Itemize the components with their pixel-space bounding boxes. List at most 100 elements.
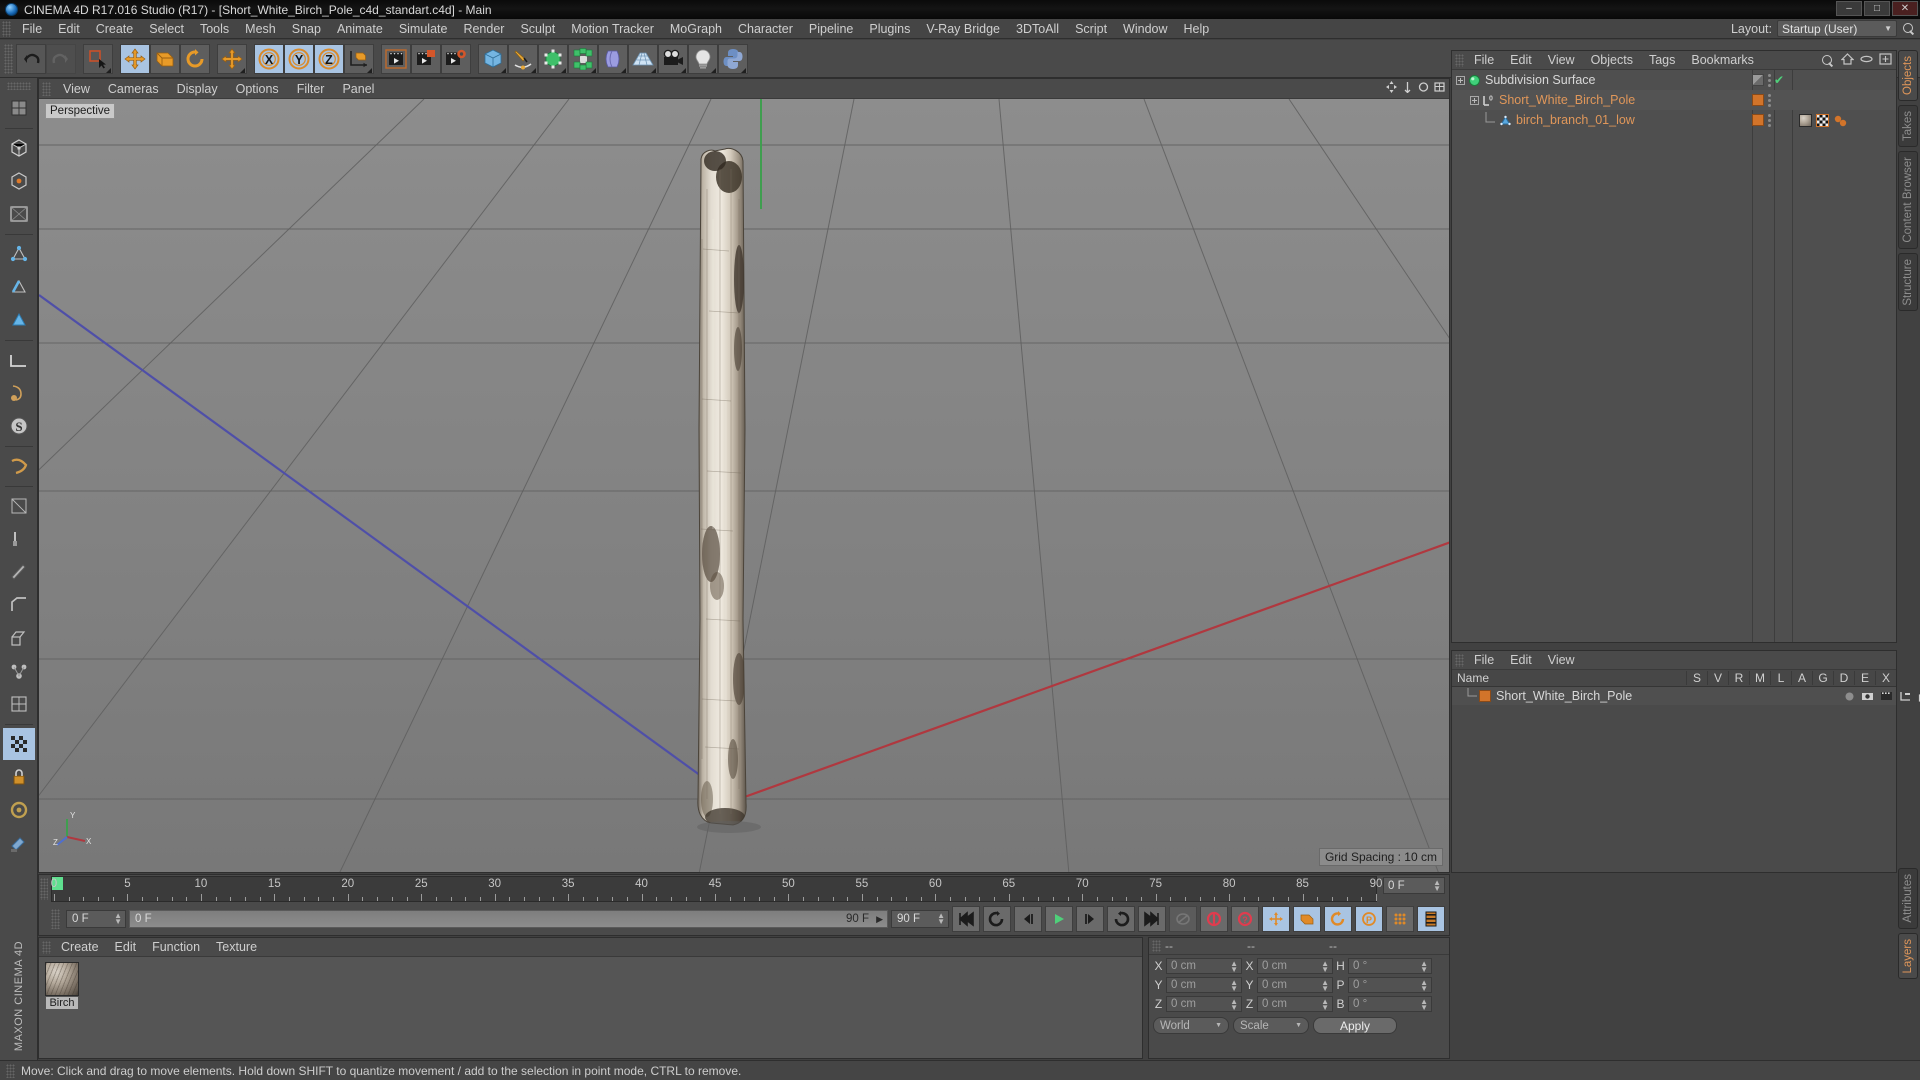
status-grip-handle[interactable] (6, 1063, 15, 1078)
material-preview-sphere[interactable] (45, 962, 79, 996)
tree-expander[interactable] (1456, 75, 1465, 85)
extrude-icon[interactable] (2, 622, 35, 654)
object-row[interactable]: Subdivision Surface ✔ (1452, 70, 1896, 90)
material-menu-item-function[interactable]: Function (144, 938, 208, 957)
bevel-icon[interactable] (2, 589, 35, 621)
coordinate-input-y-1[interactable]: 0 cm ▲ ▼ (1166, 977, 1242, 993)
layer-name[interactable]: Short_White_Birch_Pole (1496, 689, 1632, 703)
menu-item-motion-tracker[interactable]: Motion Tracker (563, 19, 662, 39)
viewport-scale-icon[interactable] (1402, 81, 1413, 94)
render-region-icon[interactable] (411, 43, 441, 74)
menu-item-3dtoall[interactable]: 3DToAll (1008, 19, 1067, 39)
menu-grip-handle[interactable] (2, 20, 11, 37)
deformer-icon[interactable] (598, 43, 628, 74)
array-icon[interactable] (568, 43, 598, 74)
new-layer-icon[interactable] (1879, 53, 1892, 68)
menu-item-tools[interactable]: Tools (192, 19, 237, 39)
texture-mode-icon[interactable] (2, 198, 35, 230)
measure-icon[interactable] (2, 450, 35, 482)
object-dots-icon[interactable] (1767, 93, 1771, 107)
viewport-menu-item-cameras[interactable]: Cameras (99, 79, 168, 99)
menu-item-mograph[interactable]: MoGraph (662, 19, 730, 39)
timeline-filmstrip-icon[interactable] (1417, 906, 1445, 932)
move-world-icon[interactable] (217, 43, 247, 74)
spinner-icon[interactable]: ▲ ▼ (1420, 960, 1428, 974)
material-menu-item-edit[interactable]: Edit (107, 938, 145, 957)
timeline-ruler[interactable]: 0 5 10 15 20 25 30 35 40 45 50 55 60 65 70 75 80 85 90 (51, 876, 1382, 902)
search-icon[interactable] (1902, 22, 1916, 36)
camera-icon[interactable] (658, 43, 688, 74)
spinner-icon[interactable]: ▲ ▼ (1230, 960, 1238, 974)
enabled-check-icon[interactable]: ✔ (1774, 73, 1784, 87)
texture-axis-icon[interactable] (2, 92, 35, 124)
knife-icon[interactable] (2, 556, 35, 588)
scale-key-icon[interactable] (1293, 906, 1321, 932)
cube-primitive-icon[interactable] (478, 43, 508, 74)
point-mode-icon[interactable] (2, 238, 35, 270)
coordinate-system-dropdown[interactable]: World ▼ (1153, 1017, 1229, 1034)
workplane-icon[interactable] (2, 344, 35, 376)
coordinate-input-h-3[interactable]: 0 ° ▲ ▼ (1348, 958, 1432, 974)
menu-item-plugins[interactable]: Plugins (861, 19, 918, 39)
menu-item-render[interactable]: Render (455, 19, 512, 39)
brush-icon[interactable] (2, 523, 35, 555)
x-axis-icon[interactable]: X (254, 43, 284, 74)
weld-icon[interactable] (2, 655, 35, 687)
magnet-icon[interactable] (2, 794, 35, 826)
go-to-start-icon[interactable] (952, 906, 980, 932)
move-icon[interactable] (120, 43, 150, 74)
viewport-menu-item-options[interactable]: Options (227, 79, 288, 99)
menu-item-animate[interactable]: Animate (329, 19, 391, 39)
tab-content-browser[interactable]: Content Browser (1898, 151, 1918, 249)
z-axis-icon[interactable]: Z (314, 43, 344, 74)
object-mode-icon[interactable] (2, 165, 35, 197)
coordinate-input-x-1[interactable]: 0 cm ▲ ▼ (1166, 958, 1242, 974)
home-icon[interactable] (1840, 53, 1855, 68)
layer-color-swatch[interactable] (1479, 690, 1491, 702)
coordinate-input-z-1[interactable]: 0 cm ▲ ▼ (1166, 996, 1242, 1012)
point-level-animation-icon[interactable] (1386, 906, 1414, 932)
coordinate-input-z-2[interactable]: 0 cm ▲ ▼ (1257, 996, 1333, 1012)
render-settings-icon[interactable] (441, 43, 471, 74)
position-key-icon[interactable] (1262, 906, 1290, 932)
minimize-button[interactable]: – (1836, 1, 1862, 16)
spinner-icon[interactable]: ▲ ▼ (1230, 998, 1238, 1012)
visible-icon[interactable] (1861, 691, 1874, 702)
viewport-grip-handle[interactable] (42, 81, 51, 96)
frame-end-field[interactable]: 90 F ▲ ▼ (891, 910, 949, 928)
transport-grip-handle[interactable] (51, 909, 60, 929)
object-name[interactable]: Subdivision Surface (1485, 73, 1595, 87)
menu-item-help[interactable]: Help (1176, 19, 1218, 39)
menu-item-snap[interactable]: Snap (284, 19, 329, 39)
timeline-range-slider[interactable]: 0 F 90 F ▶ (129, 910, 888, 928)
frame-start-field[interactable]: 0 F ▲ ▼ (66, 910, 126, 928)
autokeying-icon[interactable]: ? (1231, 906, 1259, 932)
menu-item-simulate[interactable]: Simulate (391, 19, 456, 39)
model-mode-icon[interactable] (2, 132, 35, 164)
layer-menu-item-file[interactable]: File (1466, 651, 1502, 670)
undo-icon[interactable] (16, 43, 46, 74)
object-menu-item-file[interactable]: File (1466, 51, 1502, 70)
material-tag-icon[interactable] (1799, 113, 1812, 127)
viewport-3d-canvas[interactable] (39, 99, 1449, 872)
spline-pen-icon[interactable] (508, 43, 538, 74)
texture-tiles-icon[interactable] (2, 728, 35, 760)
render-view-icon[interactable] (381, 43, 411, 74)
layer-menu-item-view[interactable]: View (1540, 651, 1583, 670)
close-button[interactable]: ✕ (1892, 1, 1918, 16)
subdivide-icon[interactable] (2, 688, 35, 720)
toolbar-grip-handle[interactable] (4, 43, 13, 74)
rotate-icon[interactable] (180, 43, 210, 74)
viewport-menu-item-panel[interactable]: Panel (333, 79, 383, 99)
coordinate-input-x-2[interactable]: 0 cm ▲ ▼ (1257, 958, 1333, 974)
viewport-rotate-icon[interactable] (1418, 81, 1429, 94)
layer-menu-item-edit[interactable]: Edit (1502, 651, 1540, 670)
go-to-end-icon[interactable] (1138, 906, 1166, 932)
autokey-icon[interactable] (1169, 906, 1197, 932)
spinner-icon[interactable]: ▲ ▼ (1321, 998, 1329, 1012)
menu-item-mesh[interactable]: Mesh (237, 19, 284, 39)
object-manager-grip-handle[interactable] (1455, 53, 1464, 67)
object-menu-item-tags[interactable]: Tags (1641, 51, 1683, 70)
polygon-pen-icon[interactable] (2, 490, 35, 522)
menu-item-window[interactable]: Window (1115, 19, 1175, 39)
